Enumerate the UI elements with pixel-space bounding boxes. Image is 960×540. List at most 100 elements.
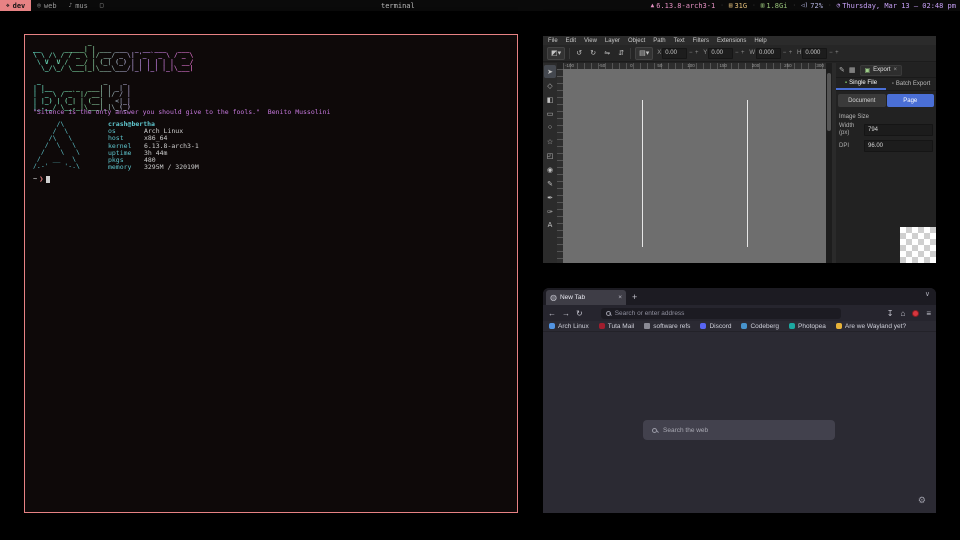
chevron-down-icon: ▾ (646, 49, 650, 57)
downloads-button[interactable]: ↧ (887, 309, 894, 318)
fastfetch-block: /\ / \ /\ \ / \ \ / \ \ / __ \ /.-' '-.\… (33, 121, 199, 171)
page-edge-right (747, 100, 748, 247)
tool-rectangle[interactable]: ▭ (544, 107, 556, 120)
extension-icon[interactable] (912, 310, 919, 317)
close-icon[interactable]: × (894, 67, 898, 73)
tool-spiral[interactable]: ◉ (544, 163, 556, 176)
plus-stepper[interactable]: + (834, 50, 839, 56)
tool-text[interactable]: A (544, 219, 556, 232)
scrollbar-thumb[interactable] (827, 73, 831, 131)
divider (569, 48, 570, 59)
bookmark-are-we-wayland-yet[interactable]: Are we Wayland yet? (836, 323, 906, 330)
bookmark-codeberg[interactable]: Codeberg (741, 323, 779, 330)
back-button[interactable]: ← (548, 309, 556, 318)
dpi-row: DPI 96.00 (836, 138, 936, 154)
bookmark-folder-software-refs[interactable]: software refs (644, 323, 690, 330)
bookmark-arch-linux[interactable]: Arch Linux (549, 323, 589, 330)
width-input[interactable]: 794 (864, 124, 933, 136)
export-mode-tabs: ▪ Single File ▫ Batch Export (836, 78, 936, 91)
image-size-label: Image Size (836, 110, 936, 121)
align-dropdown[interactable]: ▤ ▾ (635, 47, 653, 60)
menu-path[interactable]: Path (653, 38, 665, 44)
x-input[interactable]: 0.00 (662, 48, 687, 59)
document-button[interactable]: Document (838, 94, 886, 107)
flip-horizontal-button[interactable]: ⇋ (602, 47, 612, 59)
menu-filters[interactable]: Filters (693, 38, 709, 44)
workspace-web[interactable]: ◎ web (31, 0, 62, 11)
minus-stepper[interactable]: − (734, 50, 739, 56)
tool-ellipse[interactable]: ○ (544, 121, 556, 134)
h-input[interactable]: 0.000 (802, 48, 827, 59)
menu-edit[interactable]: Edit (566, 38, 576, 44)
browser-window[interactable]: ◍ New Tab × + ∨ ← → ↻ Search or enter ad… (543, 288, 936, 513)
tab-new-tab[interactable]: ◍ New Tab × (546, 290, 626, 305)
prompt-symbol: ❯ (39, 175, 43, 183)
workspace-mus[interactable]: ♪ mus (63, 0, 94, 11)
workspace-empty[interactable]: □ (94, 0, 110, 11)
drawing-canvas[interactable] (563, 69, 826, 263)
minus-stepper[interactable]: − (688, 50, 693, 56)
shell-prompt[interactable]: ~❯ (33, 175, 50, 183)
selector-icon: ◩ (551, 49, 558, 57)
tab-batch-export[interactable]: ▫ Batch Export (886, 78, 936, 90)
rotate-cw-button[interactable]: ↻ (588, 47, 598, 59)
bookmark-photopea[interactable]: Photopea (789, 323, 826, 330)
web-search-input[interactable]: Search the web (643, 420, 835, 440)
workspace-label: web (44, 2, 57, 10)
menu-file[interactable]: File (548, 38, 558, 44)
close-tab-icon[interactable]: × (618, 294, 622, 301)
export-preview-checkerboard (900, 227, 936, 263)
tool-calligraphy[interactable]: ✑ (544, 205, 556, 218)
minus-stepper[interactable]: − (828, 50, 833, 56)
tool-pencil[interactable]: ✎ (544, 177, 556, 190)
canvas-scrollbar[interactable] (826, 63, 832, 263)
rotate-ccw-button[interactable]: ↺ (574, 47, 584, 59)
selector-options-dropdown[interactable]: ◩ ▾ (547, 47, 565, 60)
tab-single-file[interactable]: ▪ Single File (836, 78, 886, 90)
pencil-icon[interactable]: ✎ (839, 66, 845, 74)
y-input[interactable]: 0.00 (708, 48, 733, 59)
menu-extensions[interactable]: Extensions (717, 38, 746, 44)
flip-vertical-button[interactable]: ⇵ (616, 47, 626, 59)
menu-help[interactable]: Help (754, 38, 766, 44)
menu-button[interactable]: ≡ (926, 309, 931, 318)
list-all-tabs-chevron[interactable]: ∨ (925, 290, 930, 298)
wayland-favicon (836, 323, 842, 329)
dpi-input[interactable]: 96.00 (864, 140, 933, 152)
workspace-dev[interactable]: ❖ dev (0, 0, 31, 11)
plus-stepper[interactable]: + (740, 50, 745, 56)
address-bar[interactable]: Search or enter address (601, 308, 841, 319)
plus-stepper[interactable]: + (694, 50, 699, 56)
tool-star[interactable]: ☆ (544, 135, 556, 148)
new-tab-button[interactable]: + (632, 292, 637, 302)
canvas-area[interactable]: -100-50050100150200250300 (557, 63, 826, 263)
menu-view[interactable]: View (584, 38, 597, 44)
clock-module: ◔ Thursday, Mar 13 — 02:48 pm (837, 2, 956, 10)
bookmark-discord[interactable]: Discord (700, 323, 731, 330)
export-dock-tab[interactable]: ▣ Export × (860, 65, 903, 76)
forward-button[interactable]: → (562, 309, 570, 318)
tool-3d-box[interactable]: ◰ (544, 149, 556, 162)
reload-button[interactable]: ↻ (576, 309, 583, 318)
page-button[interactable]: Page (887, 94, 935, 107)
ascii-banner: _ __ _____| | ___ ___ _ __ ___ ___ \ \ /… (33, 39, 193, 111)
swatches-icon[interactable]: ▦ (849, 66, 856, 74)
minus-stepper[interactable]: − (782, 50, 787, 56)
terminal-window[interactable]: _ __ _____| | ___ ___ _ __ ___ ___ \ \ /… (24, 34, 518, 513)
menu-object[interactable]: Object (628, 38, 645, 44)
tool-node-editor[interactable]: ◇ (544, 79, 556, 92)
tool-selector[interactable]: ➤ (544, 65, 556, 78)
bookmark-tuta-mail[interactable]: Tuta Mail (599, 323, 635, 330)
inkscape-window[interactable]: File Edit View Layer Object Path Text Fi… (543, 36, 936, 263)
menu-layer[interactable]: Layer (605, 38, 620, 44)
tool-shape-builder[interactable]: ◧ (544, 93, 556, 106)
single-file-icon: ▪ (845, 80, 847, 86)
plus-stepper[interactable]: + (788, 50, 793, 56)
status-modules: ▲ 6.13.8-arch3-1 · ▤ 31G · ▥ 1.8Gi · ◁) … (651, 0, 956, 11)
page-settings-gear-icon[interactable]: ⚙ (918, 495, 926, 506)
w-input[interactable]: 0.000 (756, 48, 781, 59)
home-button[interactable]: ⌂ (900, 309, 905, 318)
tool-pen[interactable]: ✒ (544, 191, 556, 204)
width-row: Width (px) 794 (836, 121, 936, 138)
menu-text[interactable]: Text (674, 38, 685, 44)
